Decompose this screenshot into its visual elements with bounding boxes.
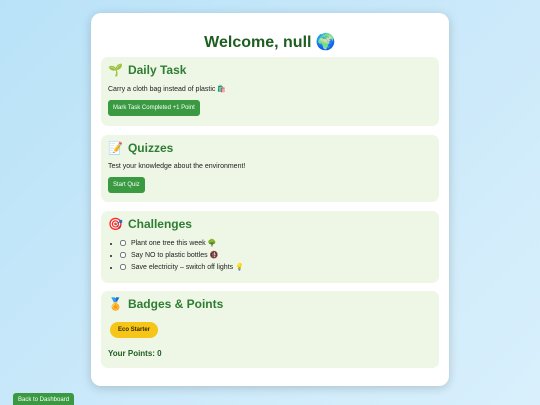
challenge-label: Save electricity – switch off lights 💡 (130, 264, 244, 271)
badges-section: 🏅 Badges & Points Eco Starter Your Point… (101, 291, 439, 368)
challenges-heading: 🎯 Challenges (108, 217, 432, 231)
page-title: Welcome, null 🌍 (204, 34, 336, 51)
badges-heading-label: Badges & Points (127, 297, 224, 311)
target-icon: 🎯 (108, 217, 123, 231)
quizzes-heading: 📝 Quizzes (108, 141, 432, 155)
memo-icon: 📝 (108, 141, 123, 155)
daily-task-text: Carry a cloth bag instead of plastic 🛍️ (108, 86, 227, 93)
back-to-dashboard-button[interactable]: Back to Dashboard (13, 393, 75, 405)
badges-heading: 🏅 Badges & Points (108, 297, 432, 311)
quizzes-text: Test your knowledge about the environmen… (108, 163, 246, 170)
quizzes-section: 📝 Quizzes Test your knowledge about the … (101, 135, 439, 202)
seedling-icon: 🌱 (108, 63, 123, 77)
challenge-label: Say NO to plastic bottles 🚯 (130, 252, 219, 259)
eco-starter-badge: Eco Starter (110, 322, 159, 338)
challenge-checkbox-save-electricity[interactable] (120, 264, 126, 271)
challenge-item: Say NO to plastic bottles 🚯 (120, 251, 432, 260)
medal-icon: 🏅 (108, 297, 123, 311)
points-display: Your Points: 0 (108, 349, 162, 358)
challenge-label: Plant one tree this week 🌳 (130, 240, 217, 247)
challenges-heading-label: Challenges (127, 217, 192, 231)
quizzes-heading-label: Quizzes (127, 141, 174, 155)
challenges-list: Plant one tree this week 🌳 Say NO to pla… (108, 239, 432, 272)
challenge-checkbox-no-plastic[interactable] (120, 252, 126, 259)
daily-task-heading: 🌱 Daily Task (108, 63, 432, 77)
daily-task-section: 🌱 Daily Task Carry a cloth bag instead o… (101, 57, 439, 126)
challenge-checkbox-plant-tree[interactable] (120, 240, 126, 247)
mark-task-completed-button[interactable]: Mark Task Completed +1 Point (108, 100, 200, 116)
start-quiz-button[interactable]: Start Quiz (108, 177, 145, 193)
challenges-section: 🎯 Challenges Plant one tree this week 🌳 … (101, 211, 439, 283)
dashboard-card: Welcome, null 🌍 🌱 Daily Task Carry a clo… (91, 13, 449, 386)
challenge-item: Plant one tree this week 🌳 (120, 239, 432, 248)
daily-task-heading-label: Daily Task (127, 63, 187, 77)
challenge-item: Save electricity – switch off lights 💡 (120, 263, 432, 272)
